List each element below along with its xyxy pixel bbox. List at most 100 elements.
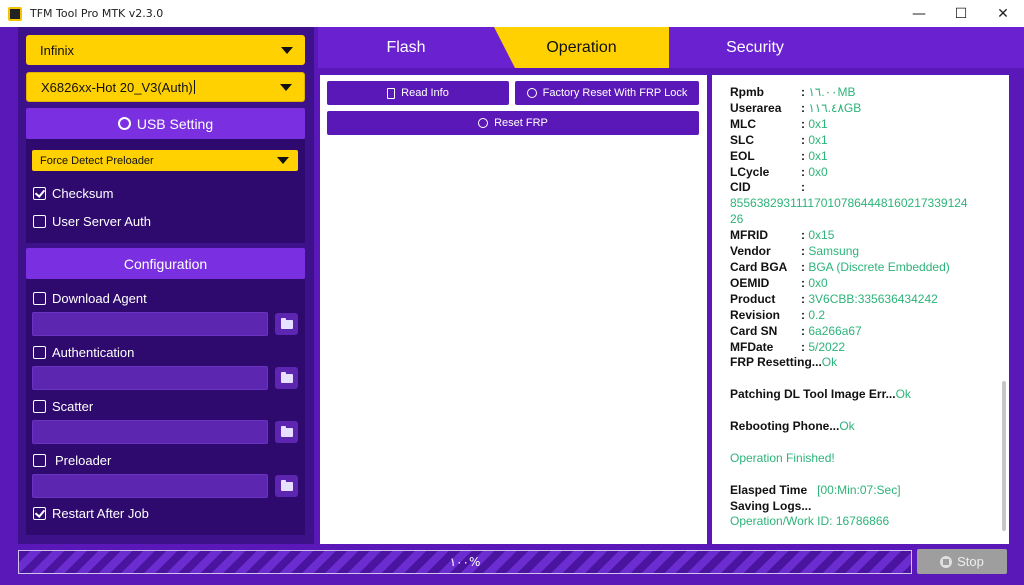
log-key: MFDate — [730, 339, 774, 354]
restart-after-job-label: Restart After Job — [52, 506, 149, 521]
log-key: EOL — [730, 148, 755, 163]
log-text: Saving Logs... — [730, 498, 812, 513]
log-value: ١٦.٠٠MB — [808, 85, 856, 99]
log-value: 855638293111170107864448160217339124 — [730, 196, 968, 211]
log-value: [00:Min:07:Sec] — [817, 482, 901, 497]
log-value: 26 — [730, 212, 744, 227]
checkbox-icon — [33, 292, 46, 305]
log-value: 0x0 — [808, 164, 828, 179]
log-line: 855638293111170107864448160217339124 — [730, 196, 1000, 212]
phone-icon — [387, 87, 396, 99]
checkbox-checked-icon — [33, 187, 46, 200]
configuration-label: Configuration — [123, 255, 208, 272]
log-line: MLC: 0x1 — [730, 116, 828, 131]
log-key: SLC — [730, 132, 754, 147]
usb-setting-label: USB Setting — [136, 115, 214, 132]
app-logo-icon — [8, 6, 22, 21]
log-line: Rebooting Phone... Ok — [730, 419, 1000, 435]
log-value: 5/2022 — [808, 339, 846, 354]
window-title: TFM Tool Pro MTK v2.3.0 — [30, 7, 164, 20]
model-select[interactable]: X6826xx-Hot 20_V3(Auth) — [26, 72, 305, 102]
download-agent-path-input[interactable] — [32, 312, 268, 336]
log-line: Patching DL Tool Image Err... Ok — [730, 387, 1000, 403]
scatter-path-input[interactable] — [32, 420, 268, 444]
log-value: ١١٦.٤٨GB — [808, 100, 862, 115]
log-panel[interactable]: Rpmb: ١٦.٠٠MB Userarea: ١١٦.٤٨GB MLC: 0x… — [712, 75, 1009, 544]
preloader-mode-value: Force Detect Preloader — [40, 154, 154, 167]
checksum-checkbox[interactable]: Checksum — [33, 186, 113, 201]
model-select-value: X6826xx-Hot 20_V3(Auth) — [41, 79, 193, 95]
main-area: Infinix X6826xx-Hot 20_V3(Auth) USB Sett… — [0, 27, 1024, 585]
authentication-checkbox[interactable]: Authentication — [33, 345, 134, 360]
tab-security[interactable]: Security — [669, 27, 841, 68]
download-agent-checkbox[interactable]: Download Agent — [33, 291, 147, 306]
download-agent-browse-button[interactable] — [275, 313, 298, 335]
log-key: Vendor — [730, 244, 771, 259]
log-value: 0x1 — [808, 148, 828, 163]
log-value: 3V6CBB:335636434242 — [808, 291, 938, 306]
tab-operation[interactable]: Operation — [494, 27, 669, 68]
log-key: Card SN — [730, 323, 778, 338]
log-scrollbar[interactable] — [1002, 381, 1006, 531]
log-line: Operation/Work ID: 16786866 — [730, 514, 1000, 530]
close-button[interactable]: ✕ — [982, 0, 1024, 27]
log-key: Card BGA — [730, 259, 788, 274]
user-server-auth-checkbox[interactable]: User Server Auth — [33, 214, 151, 229]
log-key: MFRID — [730, 228, 768, 243]
factory-reset-label: Factory Reset With FRP Lock — [542, 87, 688, 99]
preloader-checkbox[interactable]: Preloader — [33, 453, 111, 468]
factory-reset-frp-button[interactable]: Factory Reset With FRP Lock — [515, 81, 699, 105]
preloader-browse-button[interactable] — [275, 475, 298, 497]
log-line: Rpmb: ١٦.٠٠MB — [730, 85, 856, 99]
log-text: Rebooting Phone... — [730, 419, 840, 433]
log-key: Elasped Time — [730, 482, 808, 497]
tab-flash[interactable]: Flash — [318, 27, 494, 68]
brand-select-value: Infinix — [40, 42, 74, 58]
log-key: MLC — [730, 116, 756, 131]
reset-icon — [526, 88, 537, 98]
log-status: Operation Finished! — [730, 450, 835, 465]
log-line: 26 — [730, 212, 1000, 228]
log-value: 0x15 — [808, 228, 835, 243]
checksum-label: Checksum — [52, 186, 114, 201]
chevron-down-icon — [277, 157, 289, 164]
reset-frp-button[interactable]: Reset FRP — [327, 111, 699, 135]
usb-setting-header[interactable]: USB Setting — [26, 108, 305, 139]
log-line: Card SN: 6a266a67 — [730, 323, 862, 338]
scatter-checkbox[interactable]: Scatter — [33, 399, 93, 414]
log-line: Vendor: Samsung — [730, 244, 860, 259]
title-bar: TFM Tool Pro MTK v2.3.0 — ☐ ✕ — [0, 0, 1024, 27]
log-value: BGA (Discrete Embedded) — [808, 259, 950, 274]
brand-select[interactable]: Infinix — [26, 35, 305, 65]
configuration-header: Configuration — [26, 248, 305, 279]
authentication-browse-button[interactable] — [275, 367, 298, 389]
read-info-button[interactable]: Read Info — [327, 81, 509, 105]
log-line: Userarea: ١١٦.٤٨GB — [730, 100, 862, 115]
log-line: MFDate: 5/2022 — [730, 339, 846, 354]
log-key: Userarea — [730, 100, 782, 115]
scatter-browse-button[interactable] — [275, 421, 298, 443]
stop-icon — [940, 555, 953, 568]
restart-after-job-checkbox[interactable]: Restart After Job — [33, 506, 149, 521]
log-text: FRP Resetting... — [730, 355, 822, 370]
checkbox-icon — [33, 454, 46, 467]
authentication-path-input[interactable] — [32, 366, 268, 390]
checkbox-icon — [33, 400, 46, 413]
preloader-label: Preloader — [55, 453, 112, 468]
progress-bar: ١٠٠% — [18, 550, 912, 574]
operation-panel: Read Info Factory Reset With FRP Lock Re… — [320, 75, 707, 544]
reset-frp-label: Reset FRP — [494, 117, 548, 129]
minimize-button[interactable]: — — [898, 0, 940, 27]
maximize-button[interactable]: ☐ — [940, 0, 982, 27]
log-line: Card BGA: BGA (Discrete Embedded) — [730, 259, 950, 274]
checkbox-icon — [33, 215, 46, 228]
stop-button[interactable]: Stop — [917, 549, 1007, 574]
preloader-mode-select[interactable]: Force Detect Preloader — [32, 150, 298, 171]
left-panel: Infinix X6826xx-Hot 20_V3(Auth) USB Sett… — [18, 27, 314, 544]
app-window: TFM Tool Pro MTK v2.3.0 — ☐ ✕ Infinix X6… — [0, 0, 1024, 585]
log-key: OEMID — [730, 275, 770, 290]
preloader-path-input[interactable] — [32, 474, 268, 498]
log-key: Revision — [730, 307, 781, 322]
stop-label: Stop — [957, 554, 984, 569]
folder-icon — [280, 425, 293, 437]
